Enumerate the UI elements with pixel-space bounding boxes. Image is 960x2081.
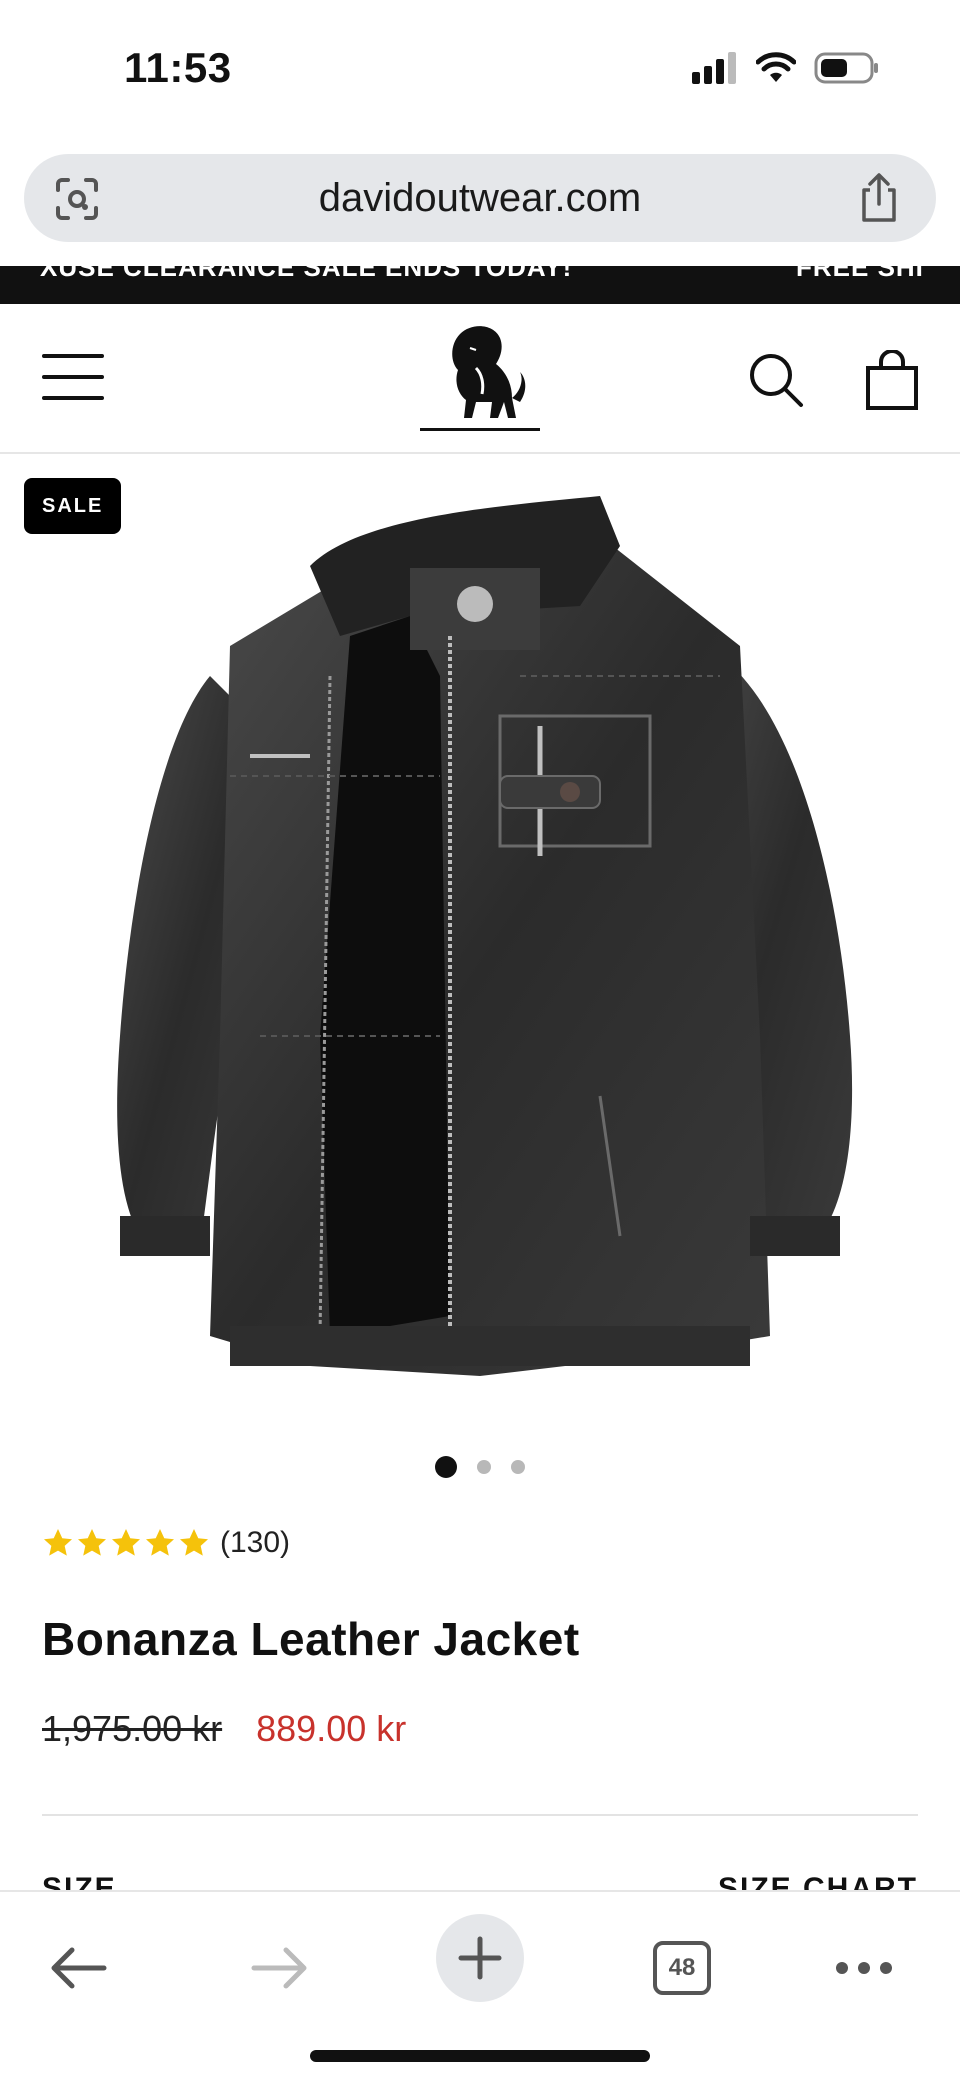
back-button[interactable] bbox=[42, 1932, 114, 2004]
status-time: 11:53 bbox=[124, 44, 232, 91]
review-count[interactable]: (130) bbox=[220, 1526, 290, 1560]
menu-icon[interactable] bbox=[42, 354, 104, 400]
more-dots-icon bbox=[836, 1962, 892, 1974]
divider bbox=[42, 1814, 918, 1816]
promo-text-secondary: FREE SHI bbox=[796, 266, 924, 282]
star-icon bbox=[44, 1529, 72, 1556]
lion-logo[interactable] bbox=[420, 322, 540, 440]
arrow-left-icon bbox=[51, 1947, 107, 1989]
carousel-dot-2[interactable] bbox=[477, 1460, 491, 1474]
site-header bbox=[0, 304, 960, 454]
star-icon bbox=[78, 1529, 106, 1556]
product-rating[interactable]: (130) bbox=[42, 1526, 290, 1560]
status-bar: 11:53 bbox=[0, 0, 960, 140]
forward-button[interactable] bbox=[244, 1932, 316, 2004]
address-bar[interactable]: davidoutwear.com bbox=[24, 154, 936, 242]
size-option-header: SIZE SIZE CHART bbox=[0, 1870, 960, 1890]
carousel-dot-1[interactable] bbox=[435, 1456, 457, 1478]
plus-icon bbox=[458, 1936, 502, 1980]
product-title: Bonanza Leather Jacket bbox=[42, 1613, 580, 1665]
sale-price: 889.00 kr bbox=[256, 1708, 407, 1749]
battery-icon bbox=[814, 52, 878, 84]
cellular-signal-icon bbox=[692, 52, 736, 84]
star-icon bbox=[112, 1529, 140, 1556]
tabs-count: 48 bbox=[653, 1941, 711, 1995]
promo-banner[interactable]: XUSE CLEARANCE SALE ENDS TODAY! FREE SHI bbox=[0, 266, 960, 304]
search-icon[interactable] bbox=[746, 350, 806, 410]
price-block: 1,975.00 kr 889.00 kr bbox=[42, 1708, 406, 1750]
share-icon[interactable] bbox=[856, 172, 902, 224]
new-tab-button[interactable] bbox=[436, 1914, 524, 2002]
product-image-jacket[interactable] bbox=[80, 476, 880, 1406]
shopping-bag-icon[interactable] bbox=[864, 350, 920, 410]
carousel-dot-3[interactable] bbox=[511, 1460, 525, 1474]
arrow-right-icon bbox=[251, 1947, 307, 1989]
product-image-gallery[interactable]: SALE bbox=[0, 456, 960, 1436]
url-text[interactable]: davidoutwear.com bbox=[24, 176, 936, 221]
promo-text: XUSE CLEARANCE SALE ENDS TODAY! bbox=[40, 266, 573, 282]
more-button[interactable] bbox=[828, 1932, 900, 2004]
image-carousel-dots bbox=[0, 1452, 960, 1482]
wifi-icon bbox=[756, 52, 796, 82]
status-icons bbox=[692, 52, 880, 84]
home-indicator bbox=[310, 2050, 650, 2062]
star-icon bbox=[180, 1529, 208, 1556]
star-icon bbox=[146, 1529, 174, 1556]
size-chart-link[interactable]: SIZE CHART bbox=[718, 1872, 918, 1890]
star-rating bbox=[42, 1527, 210, 1559]
sale-badge: SALE bbox=[24, 478, 122, 534]
tabs-button[interactable]: 48 bbox=[646, 1932, 718, 2004]
size-label: SIZE bbox=[42, 1872, 117, 1890]
compare-at-price: 1,975.00 kr bbox=[42, 1708, 223, 1749]
